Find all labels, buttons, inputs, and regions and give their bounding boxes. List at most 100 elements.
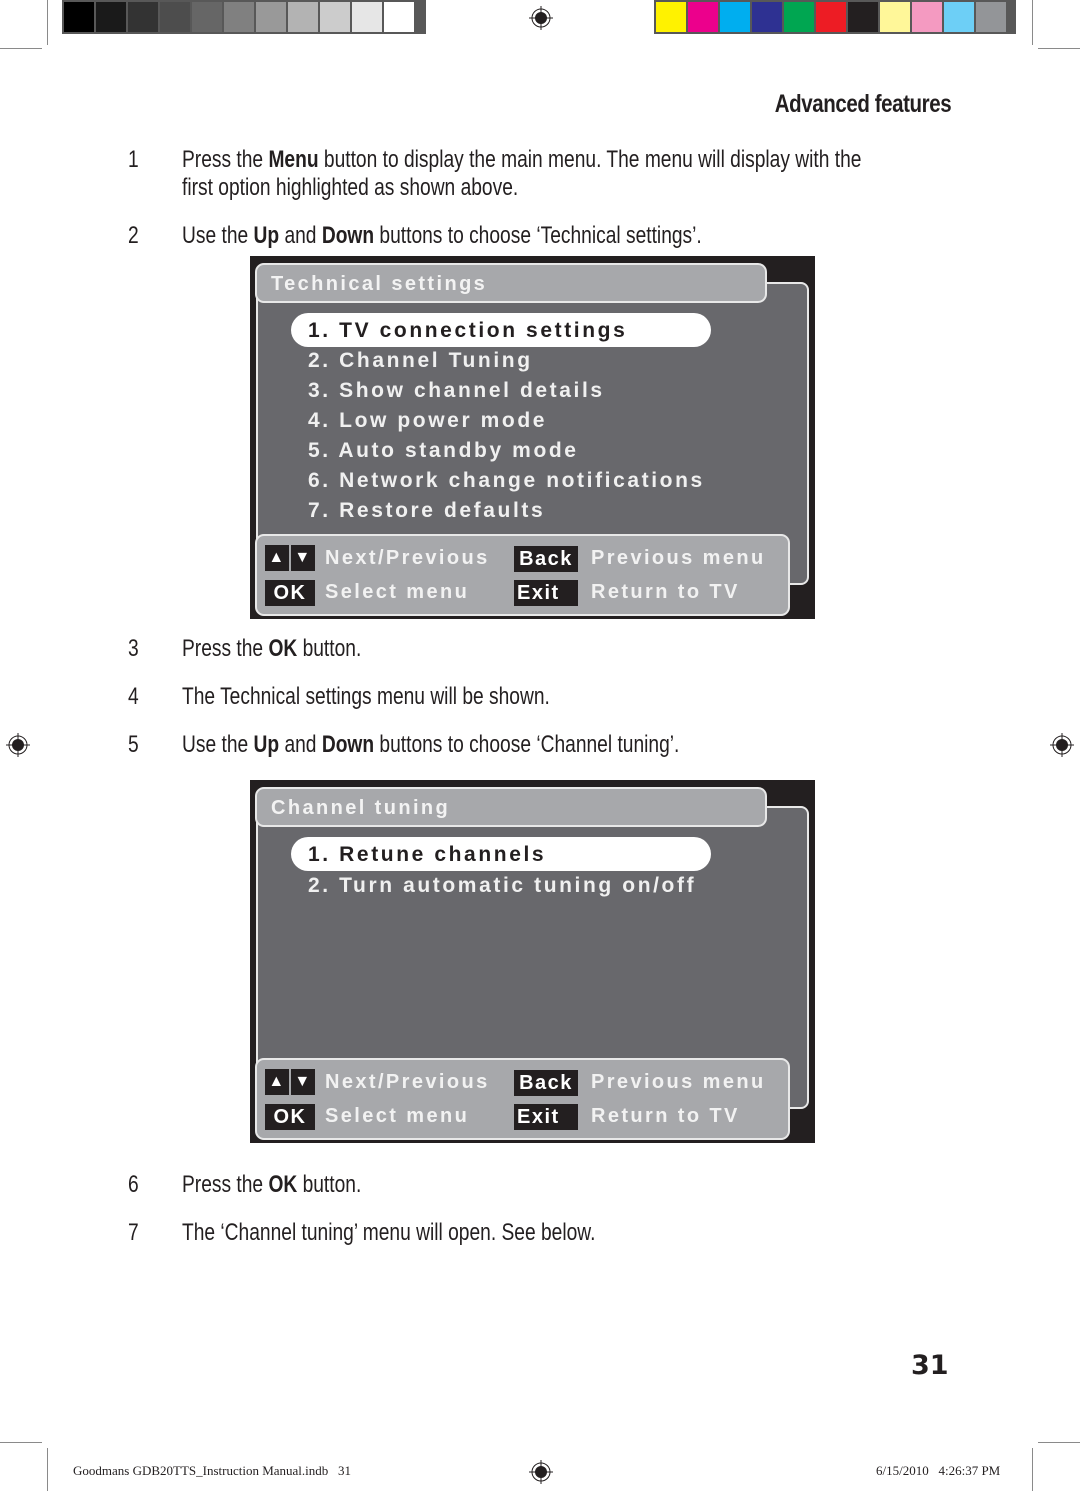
step-text: Use the Up and Down buttons to choose ‘C… bbox=[182, 731, 680, 758]
help-previous-menu: Previous menu bbox=[591, 1071, 766, 1093]
registration-mark-icon bbox=[1050, 733, 1074, 757]
footer-timestamp: 6/15/2010 4:26:37 PM bbox=[876, 1463, 1001, 1478]
color-swatch bbox=[848, 2, 878, 32]
button-name: Up bbox=[253, 731, 280, 758]
help-return-to-tv: Return to TV bbox=[591, 1105, 740, 1127]
gray-swatch bbox=[64, 2, 94, 32]
step-text: The Technical settings menu will be show… bbox=[182, 683, 550, 710]
crop-mark bbox=[47, 1448, 48, 1491]
menu-item[interactable]: 5. Auto standby mode bbox=[308, 439, 579, 463]
help-select-menu: Select menu bbox=[325, 581, 470, 603]
tv-menu-channel-tuning: Channel tuning 1. Retune channels 2. Tur… bbox=[250, 780, 815, 1143]
crop-mark bbox=[1038, 48, 1080, 49]
step-text: Press the Menu button to display the mai… bbox=[182, 146, 862, 201]
help-return-to-tv: Return to TV bbox=[591, 581, 740, 603]
color-swatch bbox=[784, 2, 814, 32]
help-previous-menu: Previous menu bbox=[591, 547, 766, 569]
down-arrow-key-icon: ▼ bbox=[291, 545, 315, 571]
step-text: The ‘Channel tuning’ menu will open. See… bbox=[182, 1219, 596, 1246]
step-number: 2 bbox=[128, 222, 139, 249]
button-name: OK bbox=[268, 635, 298, 662]
color-swatch bbox=[976, 2, 1006, 32]
back-key: Back bbox=[514, 546, 578, 572]
help-next-previous: Next/Previous bbox=[325, 547, 490, 569]
ok-key: OK bbox=[265, 1104, 315, 1130]
step-number: 6 bbox=[128, 1171, 139, 1198]
color-swatch bbox=[880, 2, 910, 32]
back-key: Back bbox=[514, 1070, 578, 1096]
step-7: 7 The ‘Channel tuning’ menu will open. Se… bbox=[128, 1219, 928, 1249]
crop-mark bbox=[1032, 1448, 1033, 1491]
registration-mark-icon bbox=[529, 6, 553, 30]
menu-title: Channel tuning bbox=[271, 797, 451, 819]
step-6: 6 Press the OK button. bbox=[128, 1171, 928, 1201]
menu-title-bar: Channel tuning bbox=[255, 787, 767, 827]
step-text: Use the Up and Down buttons to choose ‘T… bbox=[182, 222, 702, 249]
section-title: Advanced features bbox=[774, 90, 952, 118]
exit-key: Exit bbox=[514, 580, 578, 606]
menu-item[interactable]: 3. Show channel details bbox=[308, 379, 605, 403]
color-swatch bbox=[688, 2, 718, 32]
step-number: 4 bbox=[128, 683, 139, 710]
down-arrow-key-icon: ▼ bbox=[291, 1069, 315, 1095]
button-name: Down bbox=[321, 222, 375, 249]
menu-help-bar: ▲ ▼ Next/Previous Back Previous menu OK … bbox=[255, 534, 790, 616]
crop-mark bbox=[0, 1442, 42, 1443]
help-select-menu: Select menu bbox=[325, 1105, 470, 1127]
step-4: 4 The Technical settings menu will be sho… bbox=[128, 683, 928, 713]
gray-swatch bbox=[384, 2, 414, 32]
crop-mark bbox=[0, 48, 42, 49]
exit-key: Exit bbox=[514, 1104, 578, 1130]
menu-help-bar: ▲ ▼ Next/Previous Back Previous menu OK … bbox=[255, 1058, 790, 1140]
step-number: 3 bbox=[128, 635, 139, 662]
color-calibration-bar bbox=[654, 0, 1016, 34]
step-text: Press the OK button. bbox=[182, 1171, 362, 1198]
color-swatch bbox=[912, 2, 942, 32]
menu-item[interactable]: 4. Low power mode bbox=[308, 409, 547, 433]
footer-file-info: Goodmans GDB20TTS_Instruction Manual.ind… bbox=[73, 1463, 352, 1478]
ok-key: OK bbox=[265, 580, 315, 606]
menu-item[interactable]: 7. Restore defaults bbox=[308, 499, 545, 523]
gray-swatch bbox=[288, 2, 318, 32]
step-number: 1 bbox=[128, 146, 139, 173]
step-text: Press the OK button. bbox=[182, 635, 362, 662]
registration-mark-icon bbox=[6, 733, 30, 757]
help-next-previous: Next/Previous bbox=[325, 1071, 490, 1093]
gray-swatch bbox=[224, 2, 254, 32]
up-arrow-key-icon: ▲ bbox=[265, 545, 289, 571]
gray-swatch bbox=[160, 2, 190, 32]
menu-item[interactable]: 1. TV connection settings bbox=[308, 319, 627, 343]
color-swatch bbox=[816, 2, 846, 32]
crop-mark bbox=[47, 0, 48, 45]
menu-title: Technical settings bbox=[271, 273, 488, 295]
menu-item[interactable]: 6. Network change notifications bbox=[308, 469, 705, 493]
menu-item[interactable]: 2. Channel Tuning bbox=[308, 349, 533, 373]
color-swatch bbox=[656, 2, 686, 32]
step-2: 2 Use the Up and Down buttons to choose ‘… bbox=[128, 222, 928, 252]
registration-mark-icon bbox=[529, 1460, 553, 1484]
tv-menu-technical-settings: Technical settings 1. TV connection sett… bbox=[250, 256, 815, 619]
step-1: 1 Press the Menu button to display the ma… bbox=[128, 146, 928, 206]
page-number: 31 bbox=[911, 1350, 949, 1381]
button-name: Menu bbox=[268, 146, 319, 173]
menu-item[interactable]: 1. Retune channels bbox=[308, 843, 546, 867]
step-5: 5 Use the Up and Down buttons to choose ‘… bbox=[128, 731, 928, 761]
color-swatch bbox=[944, 2, 974, 32]
gray-swatch bbox=[192, 2, 222, 32]
menu-item[interactable]: 2. Turn automatic tuning on/off bbox=[308, 874, 696, 898]
gray-swatch bbox=[256, 2, 286, 32]
step-number: 5 bbox=[128, 731, 139, 758]
crop-mark bbox=[1032, 0, 1033, 45]
button-name: Up bbox=[253, 222, 280, 249]
color-swatch bbox=[752, 2, 782, 32]
button-name: Down bbox=[321, 731, 375, 758]
step-3: 3 Press the OK button. bbox=[128, 635, 928, 665]
crop-mark bbox=[1038, 1442, 1080, 1443]
menu-title-bar: Technical settings bbox=[255, 263, 767, 303]
step-number: 7 bbox=[128, 1219, 139, 1246]
grayscale-calibration-bar bbox=[62, 0, 426, 34]
color-swatch bbox=[720, 2, 750, 32]
up-arrow-key-icon: ▲ bbox=[265, 1069, 289, 1095]
gray-swatch bbox=[128, 2, 158, 32]
button-name: OK bbox=[268, 1171, 298, 1198]
